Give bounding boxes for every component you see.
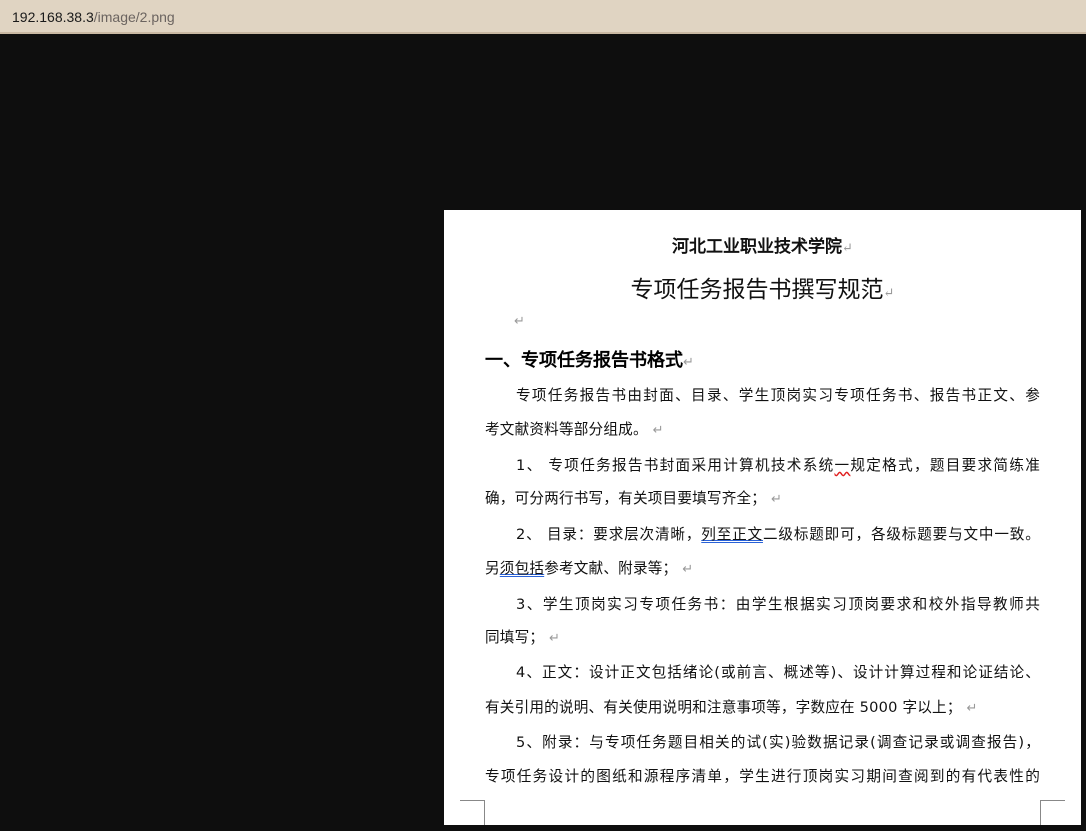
text-line: 有关引用的说明、有关使用说明和注意事项等，字数应在 5000 字以上； ↵ xyxy=(485,696,1040,717)
grammar-marked-text[interactable]: 须包括 xyxy=(500,560,544,577)
address-bar[interactable]: 192.168.38.3/image/2.png xyxy=(0,0,1086,34)
text-line: 确，可分两行书写，有关项目要填写齐全； ↵ xyxy=(485,487,1040,508)
text-line: 同填写； ↵ xyxy=(485,626,1040,647)
url-text[interactable]: 192.168.38.3/image/2.png xyxy=(12,9,175,25)
title-text: 河北工业职业技术学院 xyxy=(672,237,843,257)
spelling-marked-text[interactable]: 一 xyxy=(834,457,850,474)
page-corner-mark xyxy=(460,800,485,825)
line-text: 另 xyxy=(485,560,500,577)
line-text: 1、 专项任务报告书封面采用计算机技术系统 xyxy=(516,457,835,474)
grammar-marked-text[interactable]: 列至正文 xyxy=(701,526,763,543)
section-heading: 一、专项任务报告书格式↵ xyxy=(485,346,694,372)
document-subtitle: 专项任务报告书撰写规范↵ xyxy=(444,270,1081,304)
text-line: 专项任务设计的图纸和源程序清单，学生进行顶岗实习期间查阅到的有代表性的 xyxy=(485,768,1040,785)
subtitle-text: 专项任务报告书撰写规范 xyxy=(630,277,884,303)
text-line: 考文献资料等部分组成。 ↵ xyxy=(485,418,1040,439)
page-corner-mark xyxy=(1040,800,1065,825)
return-mark-icon: ↵ xyxy=(770,492,783,507)
return-mark-icon: ↵ xyxy=(682,562,694,577)
text-line: 3、学生顶岗实习专项任务书：由学生根据实习顶岗要求和校外指导教师共 xyxy=(516,596,1040,613)
text-line: 1、 专项任务报告书封面采用计算机技术系统一规定格式，题目要求简练准 xyxy=(516,454,1040,475)
line-text: 有关引用的说明、有关使用说明和注意事项等，字数应在 5000 字以上； xyxy=(485,699,962,716)
return-mark-icon: ↵ xyxy=(842,241,853,256)
line-text: 2、 目录：要求层次清晰， xyxy=(516,526,702,543)
document-title: 河北工业职业技术学院↵ xyxy=(444,232,1081,257)
text-line: 2、 目录：要求层次清晰，列至正文二级标题即可，各级标题要与文中一致。 xyxy=(516,523,1040,544)
line-text: 考文献资料等部分组成。 xyxy=(485,421,648,438)
return-mark-icon: ↵ xyxy=(883,286,895,301)
return-mark-icon: ↵ xyxy=(683,355,694,370)
line-text: 参考文献、附录等； xyxy=(544,560,678,577)
return-mark-icon: ↵ xyxy=(966,701,978,716)
url-path: /image/2.png xyxy=(93,9,175,25)
line-text: 二级标题即可，各级标题要与文中一致。 xyxy=(762,526,1040,543)
line-text: 同填写； xyxy=(485,629,545,646)
line-text: 确，可分两行书写，有关项目要填写齐全； xyxy=(485,490,767,507)
text-line: 另须包括参考文献、附录等； ↵ xyxy=(485,557,1040,578)
url-host: 192.168.38.3 xyxy=(12,9,94,25)
document-image: 河北工业职业技术学院↵ 专项任务报告书撰写规范↵ ↵ 一、专项任务报告书格式↵ … xyxy=(444,210,1081,825)
heading-text: 一、专项任务报告书格式 xyxy=(485,350,683,371)
text-line: 专项任务报告书由封面、目录、学生顶岗实习专项任务书、报告书正文、参 xyxy=(516,387,1040,404)
return-mark-icon: ↵ xyxy=(549,631,561,646)
return-mark-icon: ↵ xyxy=(652,423,664,438)
text-line: 5、附录：与专项任务题目相关的试(实)验数据记录(调查记录或调查报告)， xyxy=(516,734,1040,751)
text-line: 4、正文：设计正文包括绪论(或前言、概述等)、设计计算过程和论证结论、 xyxy=(516,664,1040,681)
line-text: 规定格式，题目要求简练准 xyxy=(850,457,1041,474)
return-mark-icon: ↵ xyxy=(514,314,525,329)
